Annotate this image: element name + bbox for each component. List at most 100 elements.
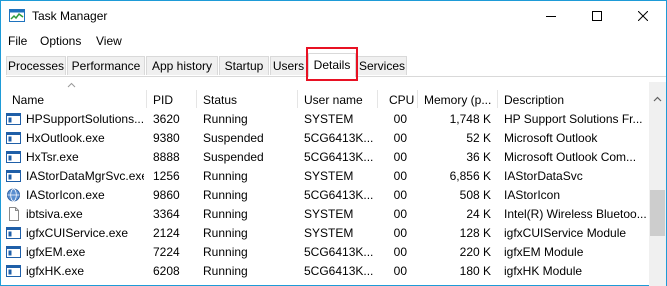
column-header-description[interactable]: Description (504, 82, 644, 108)
vertical-scrollbar[interactable] (649, 82, 666, 286)
process-status: Running (203, 112, 248, 126)
process-pid: 1256 (153, 169, 180, 183)
table-row[interactable]: HxTsr.exe 8888 Suspended 5CG6413K... 00 36 K M… (1, 148, 649, 167)
maximize-button[interactable] (574, 1, 620, 31)
process-cpu: 00 (393, 264, 407, 278)
maximize-icon (592, 11, 602, 21)
table-row[interactable]: HPSupportSolutions... 3620 Running SYSTEM 00… (1, 110, 649, 129)
app-icon (6, 132, 21, 144)
column-header-name[interactable]: Name (12, 82, 142, 108)
column-header-memory[interactable]: Memory (p... (424, 82, 496, 108)
column-separator[interactable] (497, 90, 498, 108)
process-description: HP Support Solutions Fr... (504, 112, 643, 126)
tab-startup[interactable]: Startup (219, 56, 269, 75)
process-status: Running (203, 264, 248, 278)
column-header-cpu[interactable]: CPU (389, 82, 417, 108)
process-cpu: 00 (393, 150, 407, 164)
process-status: Running (203, 188, 248, 202)
menu-view[interactable]: View (96, 34, 122, 48)
process-memory: 24 K (466, 207, 491, 221)
process-cpu: 00 (393, 245, 407, 259)
tab-services[interactable]: Services (357, 56, 407, 75)
process-name: HPSupportSolutions... (26, 112, 144, 126)
app-icon (6, 227, 21, 239)
process-name: igfxCUIService.exe (26, 226, 129, 240)
process-memory: 6,856 K (449, 169, 491, 183)
process-description: Intel(R) Wireless Bluetoo... (504, 207, 647, 221)
process-user: SYSTEM (304, 226, 354, 240)
blank-file-icon (9, 207, 19, 221)
process-cpu: 00 (393, 169, 407, 183)
column-separator[interactable] (146, 90, 147, 108)
column-header-pid[interactable]: PID (153, 82, 193, 108)
tab-performance[interactable]: Performance (67, 56, 145, 75)
scroll-thumb[interactable] (650, 190, 665, 236)
process-name: HxTsr.exe (26, 150, 79, 164)
app-icon (6, 246, 21, 258)
table-row[interactable]: HxOutlook.exe 9380 Suspended 5CG6413K... 00 5… (1, 129, 649, 148)
process-pid: 8888 (153, 150, 180, 164)
process-description: IAStorIcon (504, 188, 561, 202)
table-row[interactable]: ibtsiva.exe 3364 Running SYSTEM 00 24 K Intel(… (1, 205, 649, 224)
process-memory: 508 K (459, 188, 491, 202)
process-name: igfxHK.exe (26, 264, 85, 278)
column-separator[interactable] (417, 90, 418, 108)
process-status: Suspended (203, 131, 264, 145)
process-description: Microsoft Outlook Com... (504, 150, 637, 164)
table-header: Name PID Status User name CPU Memory (p.… (1, 82, 649, 108)
minimize-button[interactable] (528, 1, 574, 31)
process-user: 5CG6413K... (304, 188, 374, 202)
table-row[interactable]: igfxHK.exe 6208 Running 5CG6413K... 00 180 K i… (1, 262, 649, 281)
table-row[interactable]: IAStorDataMgrSvc.exe 1256 Running SYSTEM 00 6… (1, 167, 649, 186)
tab-processes[interactable]: Processes (6, 56, 66, 75)
process-pid: 9860 (153, 188, 180, 202)
table-row[interactable]: IAStorIcon.exe 9860 Running 5CG6413K... 00 50… (1, 186, 649, 205)
close-button[interactable] (620, 1, 666, 31)
process-pid: 7224 (153, 245, 180, 259)
process-cpu: 00 (393, 207, 407, 221)
process-memory: 180 K (459, 264, 491, 278)
task-manager-icon (9, 9, 25, 22)
table-row[interactable]: igfxEM.exe 7224 Running 5CG6413K... 00 220 K i… (1, 243, 649, 262)
process-name: IAStorIcon.exe (26, 188, 105, 202)
menu-file[interactable]: File (8, 34, 27, 48)
process-name: IAStorDataMgrSvc.exe (26, 169, 144, 183)
process-description: igfxHK Module (504, 264, 583, 278)
details-tab-highlight (306, 47, 358, 81)
tab-app-history[interactable]: App history (146, 56, 218, 75)
process-pid: 2124 (153, 226, 180, 240)
title-bar[interactable]: Task Manager (1, 1, 666, 31)
process-user: SYSTEM (304, 207, 354, 221)
process-cpu: 00 (393, 188, 407, 202)
process-status: Running (203, 245, 248, 259)
process-memory: 52 K (466, 131, 491, 145)
intel-globe-icon (6, 188, 21, 202)
process-name: igfxEM.exe (26, 245, 86, 259)
table-row[interactable]: igfxCUIService.exe 2124 Running SYSTEM 00 128… (1, 224, 649, 243)
process-user: 5CG6413K... (304, 264, 374, 278)
process-cpu: 00 (393, 112, 407, 126)
process-user: SYSTEM (304, 169, 354, 183)
tab-users[interactable]: Users (270, 56, 307, 75)
column-separator[interactable] (377, 90, 378, 108)
process-memory: 1,748 K (449, 112, 491, 126)
column-header-status[interactable]: Status (203, 82, 293, 108)
process-pid: 9380 (153, 131, 180, 145)
column-separator[interactable] (297, 90, 298, 108)
process-name: HxOutlook.exe (26, 131, 105, 145)
process-description: Microsoft Outlook (504, 131, 598, 145)
process-status: Running (203, 226, 248, 240)
process-memory: 220 K (459, 245, 491, 259)
process-user: 5CG6413K... (304, 150, 374, 164)
scroll-up-button[interactable] (649, 90, 666, 107)
close-icon (638, 11, 648, 21)
process-user: 5CG6413K... (304, 245, 374, 259)
process-memory: 36 K (466, 150, 491, 164)
column-separator[interactable] (196, 90, 197, 108)
menu-options[interactable]: Options (40, 34, 81, 48)
app-icon (6, 265, 21, 277)
column-header-user-name[interactable]: User name (304, 82, 374, 108)
process-cpu: 00 (393, 226, 407, 240)
process-status: Running (203, 169, 248, 183)
process-table: Name PID Status User name CPU Memory (p.… (1, 82, 649, 286)
